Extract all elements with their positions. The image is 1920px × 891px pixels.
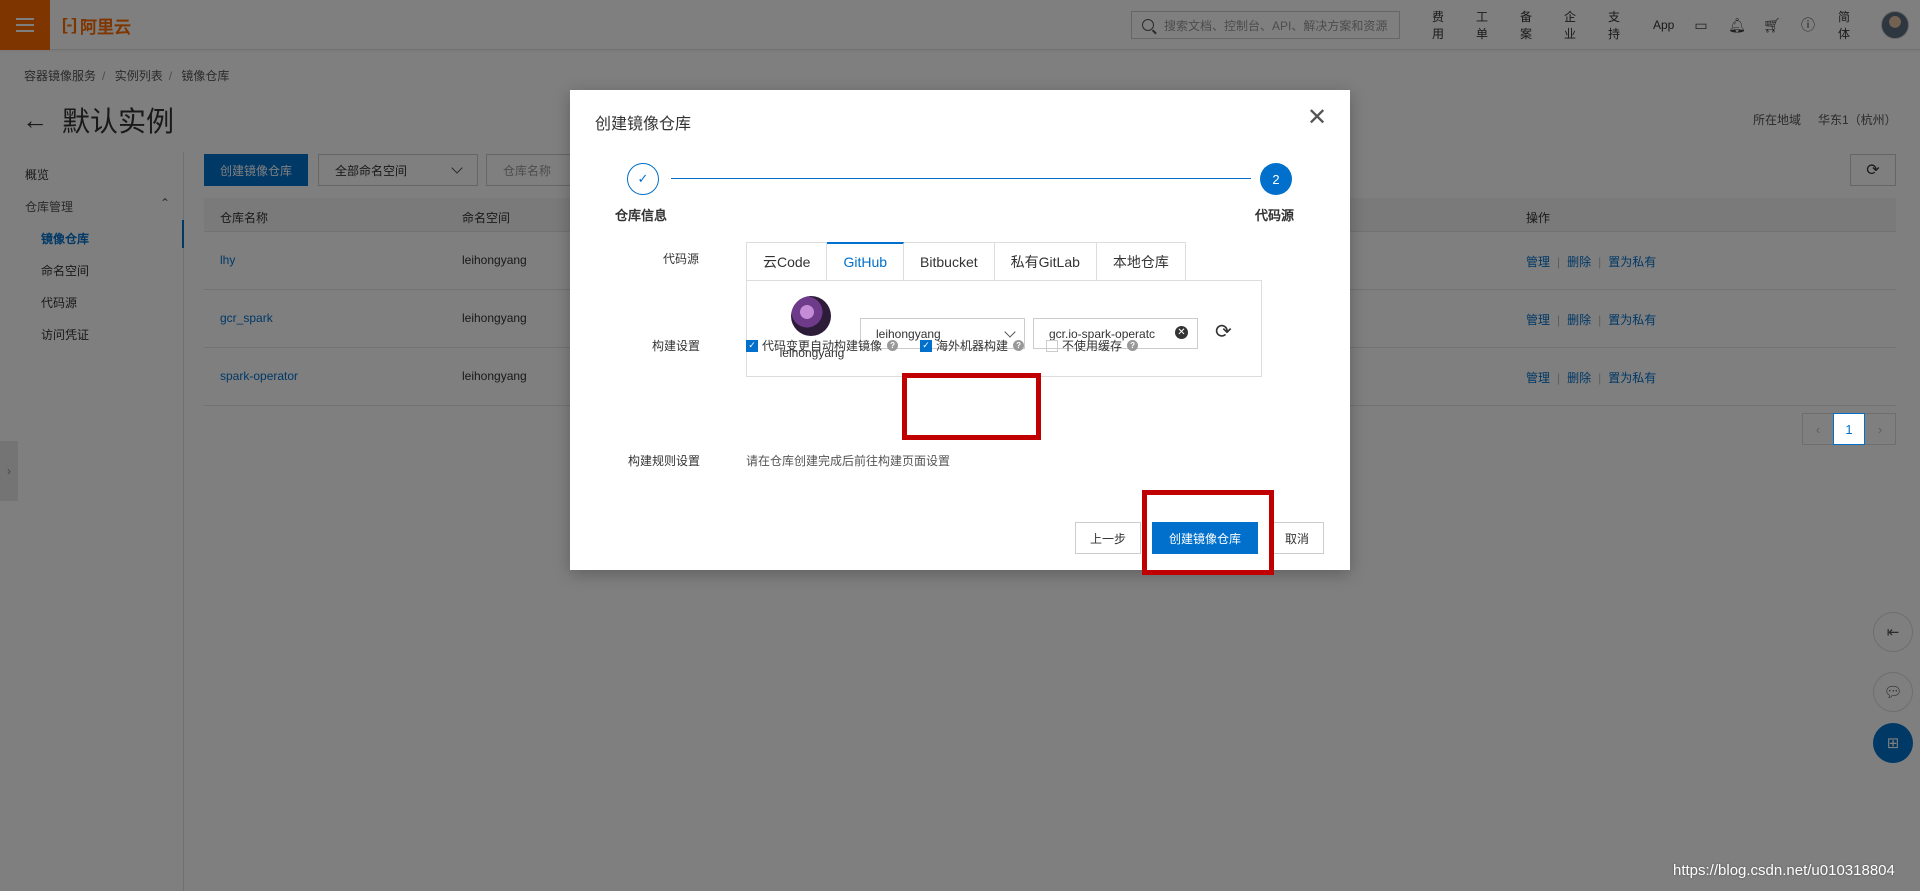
prev-step-button[interactable]: 上一步 [1075, 522, 1141, 554]
tab-local-repo[interactable]: 本地仓库 [1096, 242, 1186, 281]
auto-build-checkbox[interactable]: ✓ 代码变更自动构建镜像 ? [746, 337, 899, 354]
clear-icon[interactable]: ✕ [1175, 326, 1188, 339]
overseas-build-checkbox[interactable]: ✓ 海外机器构建 ? [920, 337, 1025, 354]
tab-private-gitlab[interactable]: 私有GitLab [994, 242, 1097, 281]
dialog-title: 创建镜像仓库 [595, 116, 692, 133]
chevron-down-icon [1004, 325, 1016, 338]
step-complete-check-icon: ✓ [627, 163, 659, 195]
checkbox-unchecked-icon [1046, 339, 1058, 352]
github-source-panel: leihongyang leihongyang gcr.io-spark-ope… [746, 280, 1262, 377]
step-connector [671, 178, 1251, 179]
tab-github[interactable]: GitHub [827, 242, 905, 281]
tab-bitbucket[interactable]: Bitbucket [904, 242, 995, 281]
watermark-text: https://blog.csdn.net/u010318804 [1673, 862, 1895, 879]
build-settings-label: 构建设置 [652, 339, 701, 353]
cancel-button[interactable]: 取消 [1270, 522, 1324, 554]
step-label-code-source: 代码源 [1255, 208, 1295, 223]
highlight-box-create-button [1142, 490, 1274, 575]
step-label-repo-info: 仓库信息 [615, 208, 668, 223]
highlight-box-overseas-build [902, 373, 1041, 440]
github-avatar [791, 296, 831, 336]
help-icon[interactable]: ? [1127, 340, 1139, 351]
build-rules-label: 构建规则设置 [628, 454, 701, 468]
step-current-number: 2 [1260, 163, 1292, 195]
close-icon[interactable]: ✕ [1307, 106, 1327, 130]
no-cache-checkbox[interactable]: 不使用缓存 ? [1046, 337, 1139, 354]
tab-yuncode[interactable]: 云Code [746, 242, 828, 281]
build-rules-hint: 请在仓库创建完成后前往构建页面设置 [746, 454, 951, 468]
help-icon[interactable]: ? [887, 340, 899, 351]
help-icon[interactable]: ? [1013, 340, 1025, 351]
checkbox-checked-icon: ✓ [746, 339, 758, 352]
page-number[interactable]: 1 [1833, 413, 1865, 445]
code-source-label: 代码源 [663, 252, 700, 266]
code-source-tabs: 云Code GitHub Bitbucket 私有GitLab 本地仓库 [746, 242, 1186, 281]
checkbox-checked-icon: ✓ [920, 339, 932, 352]
refresh-icon[interactable]: ⟳ [1215, 319, 1232, 344]
